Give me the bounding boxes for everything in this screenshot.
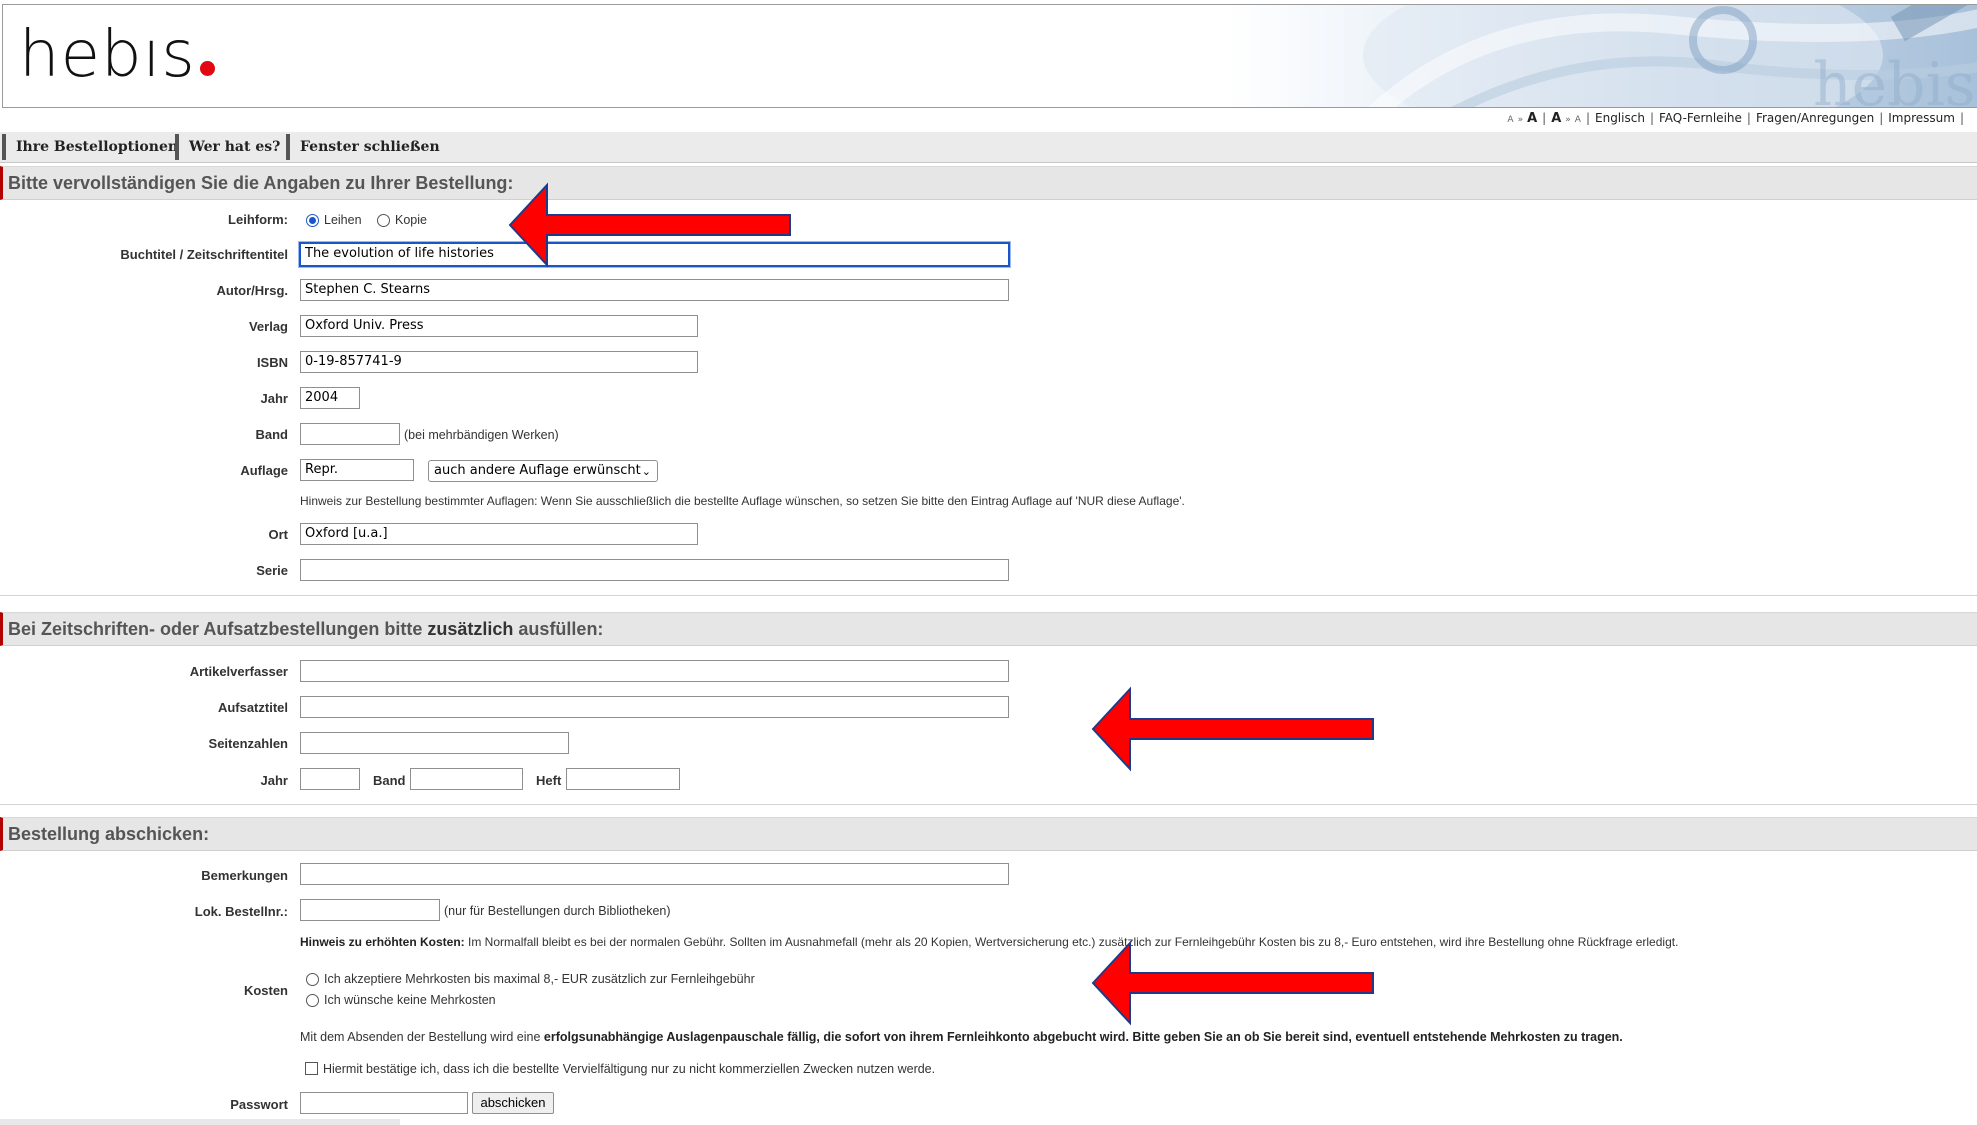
leihform-radio-kopie[interactable] xyxy=(377,214,390,227)
top-links: A» A | A» A | Englisch | FAQ-Fernleihe | Fragen/An… xyxy=(1505,111,1964,126)
volume-note: (bei mehrbändigen Werken) xyxy=(404,428,559,442)
section-title: Bei Zeitschriften- oder Aufsatzbestellun… xyxy=(8,619,604,639)
english-link[interactable]: Englisch xyxy=(1593,111,1647,125)
remarks-label: Bemerkungen xyxy=(201,868,288,883)
journal-volume-input[interactable] xyxy=(410,768,523,790)
series-label: Serie xyxy=(256,563,288,578)
edition-hint: Hinweis zur Bestellung bestimmter Auflag… xyxy=(300,494,1185,508)
arrow-left-annotation-1 xyxy=(508,182,791,268)
section-order-details: Bitte vervollständigen Sie die Angaben z… xyxy=(0,166,1977,200)
remarks-input[interactable] xyxy=(300,863,1009,885)
publisher-input[interactable]: Oxford Univ. Press xyxy=(300,315,698,337)
section-journal: Bei Zeitschriften- oder Aufsatzbestellun… xyxy=(0,612,1977,646)
journal-year-input[interactable] xyxy=(300,768,360,790)
section-title: Bestellung abschicken: xyxy=(8,824,210,844)
raquo-glyph: » xyxy=(1565,115,1571,125)
header-decoration-image: hebis xyxy=(1363,5,1977,108)
fee-notice: Mit dem Absenden der Bestellung wird ein… xyxy=(300,1030,1623,1044)
title-label: Buchtitel / Zeitschriftentitel xyxy=(120,247,288,262)
submit-button[interactable]: abschicken xyxy=(472,1092,554,1114)
cost-radio-decline[interactable] xyxy=(306,994,319,1007)
scrollbar-hint xyxy=(0,1119,400,1125)
cost-option-label: Ich akzeptiere Mehrkosten bis maximal 8,… xyxy=(324,972,755,986)
leihform-radio-leihen[interactable] xyxy=(306,214,319,227)
article-author-label: Artikelverfasser xyxy=(189,664,288,679)
author-label: Autor/Hrsg. xyxy=(216,283,289,298)
pages-input[interactable] xyxy=(300,732,569,754)
divider xyxy=(0,804,1977,805)
arrow-left-annotation-2 xyxy=(1091,686,1374,772)
raquo-glyph: » xyxy=(1517,115,1524,125)
isbn-input[interactable]: 0-19-857741-9 xyxy=(300,351,698,373)
svg-text:hebis: hebis xyxy=(1813,50,1976,108)
password-input[interactable] xyxy=(300,1092,468,1114)
article-author-input[interactable] xyxy=(300,660,1009,682)
header-banner: hebis hebıs xyxy=(2,4,1977,108)
leihform-label: Leihform: xyxy=(228,212,288,227)
imprint-link[interactable]: Impressum xyxy=(1886,111,1957,125)
section-title: Bitte vervollständigen Sie die Angaben z… xyxy=(8,173,514,193)
journal-issue-label: Heft xyxy=(536,773,562,788)
article-title-label: Aufsatztitel xyxy=(217,700,288,715)
questions-link[interactable]: Fragen/Anregungen xyxy=(1754,111,1876,125)
article-title-input[interactable] xyxy=(300,696,1009,718)
confirm-checkbox[interactable] xyxy=(305,1062,318,1075)
font-size-medium-link[interactable]: A xyxy=(1525,111,1539,126)
local-order-note: (nur für Bestellungen durch Bibliotheken… xyxy=(444,904,671,918)
pages-label: Seitenzahlen xyxy=(208,736,288,751)
font-size-small-link[interactable]: A xyxy=(1505,115,1515,125)
font-size-large-link[interactable]: A xyxy=(1549,111,1563,126)
place-input[interactable]: Oxford [u.a.] xyxy=(300,523,698,545)
arrow-left-annotation-3 xyxy=(1091,940,1374,1026)
year-input[interactable]: 2004 xyxy=(300,387,360,409)
confirm-label: Hiermit bestätige ich, dass ich die best… xyxy=(323,1062,936,1076)
tab-order-options[interactable]: Ihre Bestelloptionen xyxy=(2,134,178,160)
tab-close-window[interactable]: Fenster schließen xyxy=(286,134,440,160)
journal-year-label: Jahr xyxy=(260,773,288,788)
volume-label: Band xyxy=(255,427,289,442)
edition-input[interactable]: Repr. xyxy=(300,459,414,481)
edition-select-value: auch andere Auflage erwünscht xyxy=(434,463,641,478)
series-input[interactable] xyxy=(300,559,1009,581)
local-order-label: Lok. Bestellnr.: xyxy=(194,904,288,919)
cost-hint: Hinweis zu erhöhten Kosten: Im Normalfal… xyxy=(300,935,1679,949)
page: hebis hebıs A» A | A» A | Englisch | FAQ-Fernlei… xyxy=(0,0,1977,1125)
chevron-down-icon: ⌄ xyxy=(641,465,651,478)
leihform-option-label: Leihen xyxy=(324,213,362,227)
journal-volume-label: Band xyxy=(373,773,406,788)
place-label: Ort xyxy=(268,527,289,542)
journal-issue-input[interactable] xyxy=(566,768,680,790)
divider xyxy=(0,595,1977,596)
faq-link[interactable]: FAQ-Fernleihe xyxy=(1657,111,1744,125)
volume-input[interactable] xyxy=(300,423,400,445)
password-label: Passwort xyxy=(230,1097,288,1112)
logo-text: hebıs xyxy=(19,18,196,92)
leihform-option-label: Kopie xyxy=(395,213,427,227)
edition-label: Auflage xyxy=(240,463,288,478)
edition-select[interactable]: auch andere Auflage erwünscht ⌄ xyxy=(428,460,658,482)
tab-who-has-it[interactable]: Wer hat es? xyxy=(175,134,280,160)
cost-label: Kosten xyxy=(243,983,288,998)
hebis-logo[interactable]: hebıs xyxy=(19,23,215,87)
local-order-input[interactable] xyxy=(300,899,440,921)
isbn-label: ISBN xyxy=(256,355,288,370)
year-label: Jahr xyxy=(260,391,288,406)
author-input[interactable]: Stephen C. Stearns xyxy=(300,279,1009,301)
publisher-label: Verlag xyxy=(248,319,288,334)
section-submit: Bestellung abschicken: xyxy=(0,817,1977,851)
cost-radio-accept[interactable] xyxy=(306,973,319,986)
tab-bar: Ihre Bestelloptionen Wer hat es? Fenster… xyxy=(0,132,1977,163)
logo-dot xyxy=(199,61,215,76)
cost-option-label: Ich wünsche keine Mehrkosten xyxy=(324,993,496,1007)
font-size-small-link-2[interactable]: A xyxy=(1573,115,1583,125)
